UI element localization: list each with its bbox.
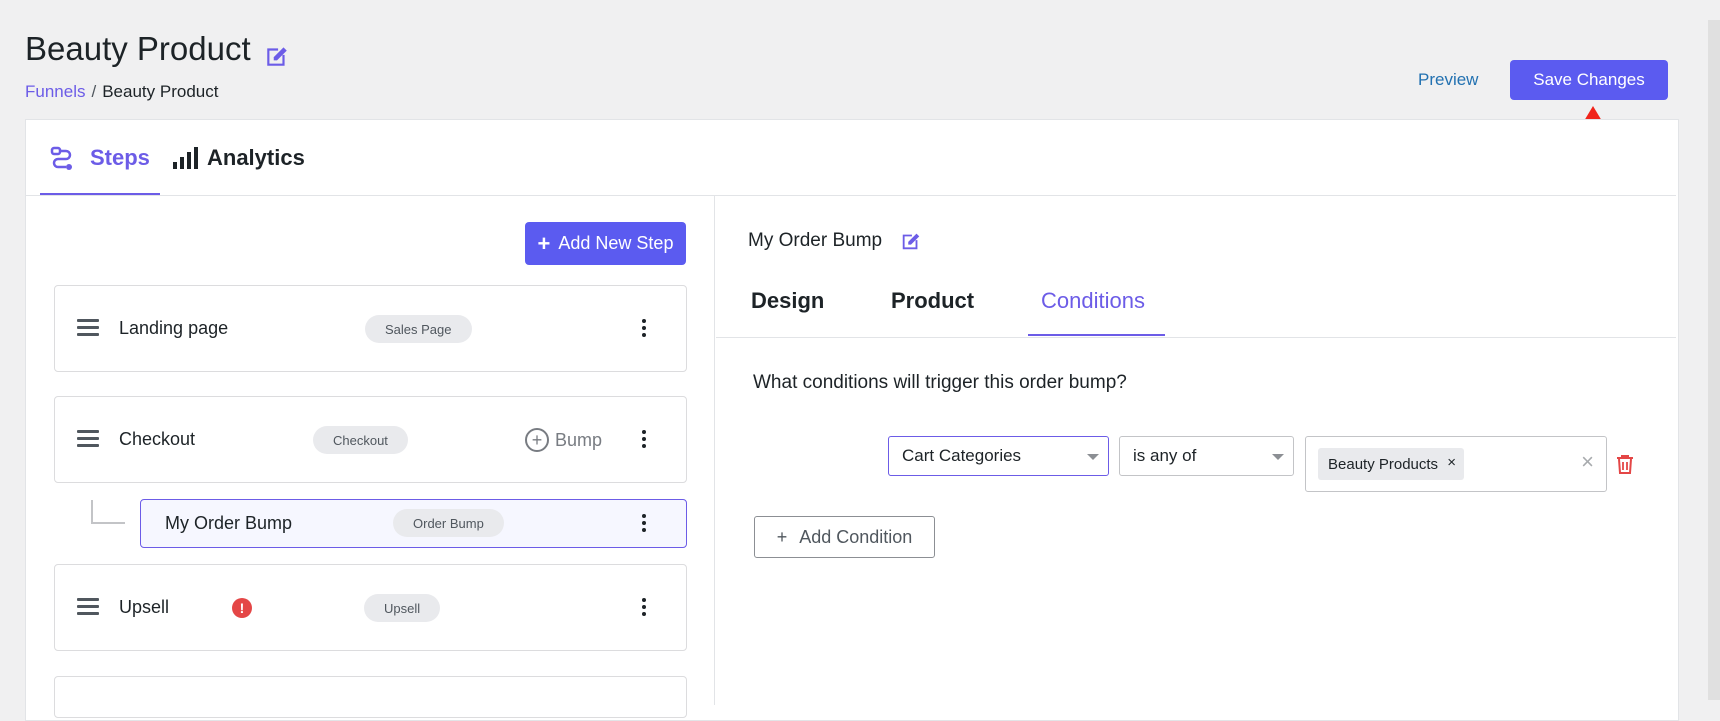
- tab-steps[interactable]: Steps: [40, 135, 160, 195]
- condition-operator-value: is any of: [1133, 446, 1197, 465]
- condition-field-value: Cart Categories: [902, 446, 1022, 465]
- drag-handle-icon[interactable]: [77, 598, 99, 616]
- value-chip: Beauty Products ×: [1318, 448, 1465, 480]
- more-options-icon[interactable]: [642, 319, 648, 339]
- breadcrumb-separator: /: [91, 82, 97, 101]
- condition-operator-select[interactable]: is any of: [1119, 436, 1294, 476]
- more-options-icon[interactable]: [642, 598, 648, 618]
- bar-chart-icon: [173, 147, 198, 169]
- warning-icon: !: [232, 598, 252, 618]
- scrollbar[interactable]: [1708, 20, 1720, 700]
- step-type-badge: Checkout: [313, 426, 408, 454]
- breadcrumb-current: Beauty Product: [102, 82, 219, 101]
- chevron-down-icon: [1272, 454, 1284, 460]
- step-name: Checkout: [119, 429, 196, 449]
- order-bump-name: My Order Bump: [165, 513, 293, 533]
- condition-values-multiselect[interactable]: Beauty Products × ×: [1305, 436, 1607, 492]
- more-options-icon[interactable]: [642, 514, 648, 534]
- step-upsell[interactable]: Upsell ! Upsell: [54, 564, 687, 651]
- step-name: Upsell: [119, 597, 170, 617]
- save-changes-button[interactable]: Save Changes: [1510, 60, 1668, 100]
- step-name: Landing page: [119, 318, 229, 338]
- tab-product[interactable]: Product: [891, 288, 974, 314]
- tab-conditions[interactable]: Conditions: [1041, 288, 1145, 314]
- step-partial[interactable]: [54, 676, 687, 718]
- panel-divider: [714, 195, 715, 705]
- tab-design[interactable]: Design: [751, 288, 824, 314]
- breadcrumb: Funnels / Beauty Product: [25, 82, 218, 102]
- step-checkout[interactable]: Checkout Checkout + Bump: [54, 396, 687, 483]
- chevron-down-icon: [1087, 454, 1099, 460]
- add-new-step-button[interactable]: + Add New Step: [525, 222, 686, 265]
- chip-remove-icon[interactable]: ×: [1447, 454, 1456, 471]
- add-bump-button[interactable]: + Bump: [525, 428, 602, 452]
- order-bump-title: My Order Bump: [748, 230, 883, 251]
- add-condition-button[interactable]: + Add Condition: [754, 516, 935, 558]
- more-options-icon[interactable]: [642, 430, 648, 450]
- add-condition-label: Add Condition: [799, 526, 913, 547]
- step-type-badge: Sales Page: [365, 315, 472, 343]
- add-bump-label: Bump: [555, 429, 603, 450]
- add-new-step-label: Add New Step: [558, 233, 674, 253]
- editor-tabs-bar: [716, 262, 1676, 338]
- step-order-bump[interactable]: My Order Bump Order Bump: [140, 499, 687, 548]
- tab-analytics[interactable]: Analytics: [172, 135, 312, 193]
- step-type-badge: Upsell: [364, 594, 441, 622]
- tab-steps-label: Steps: [90, 145, 150, 170]
- drag-handle-icon[interactable]: [77, 430, 99, 448]
- edit-icon[interactable]: [900, 230, 922, 252]
- breadcrumb-funnels-link[interactable]: Funnels: [25, 82, 85, 101]
- step-landing-page[interactable]: Landing page Sales Page: [54, 285, 687, 372]
- condition-field-select[interactable]: Cart Categories: [888, 436, 1109, 476]
- page-title: Beauty Product: [25, 30, 251, 67]
- plus-icon: +: [776, 526, 788, 547]
- value-chip-label: Beauty Products: [1328, 455, 1439, 473]
- conditions-question: What conditions will trigger this order …: [753, 372, 1127, 393]
- clear-values-icon[interactable]: ×: [1581, 449, 1594, 475]
- order-bump-badge: Order Bump: [393, 509, 504, 537]
- flow-icon: [50, 146, 72, 170]
- drag-handle-icon[interactable]: [77, 319, 99, 337]
- tab-analytics-label: Analytics: [207, 145, 305, 170]
- edit-icon[interactable]: [264, 43, 290, 69]
- active-tab-indicator: [1028, 334, 1165, 336]
- trash-icon[interactable]: [1616, 454, 1634, 474]
- preview-link[interactable]: Preview: [1418, 70, 1478, 90]
- bump-connector-line: [91, 500, 125, 524]
- plus-circle-icon: +: [525, 428, 549, 452]
- plus-icon: +: [537, 230, 551, 256]
